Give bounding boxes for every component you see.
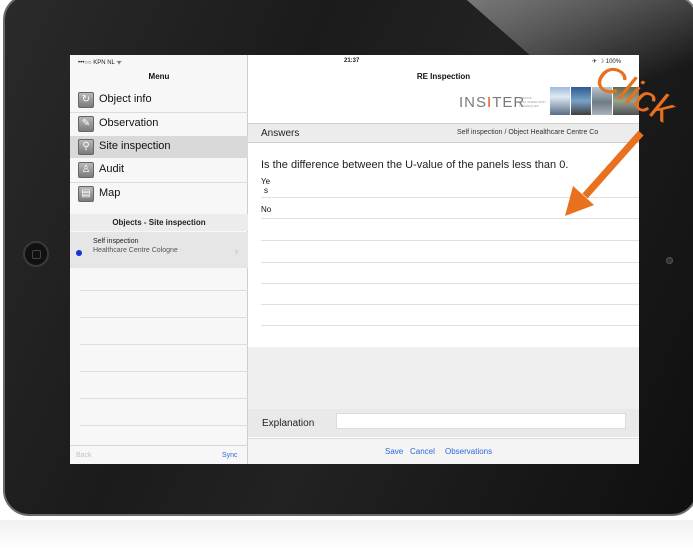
stage: Menu ↻ Object info ✎ Observation ⚲ Site … <box>0 0 693 549</box>
arrow-icon <box>565 130 644 216</box>
bottom-shadow <box>0 520 693 549</box>
